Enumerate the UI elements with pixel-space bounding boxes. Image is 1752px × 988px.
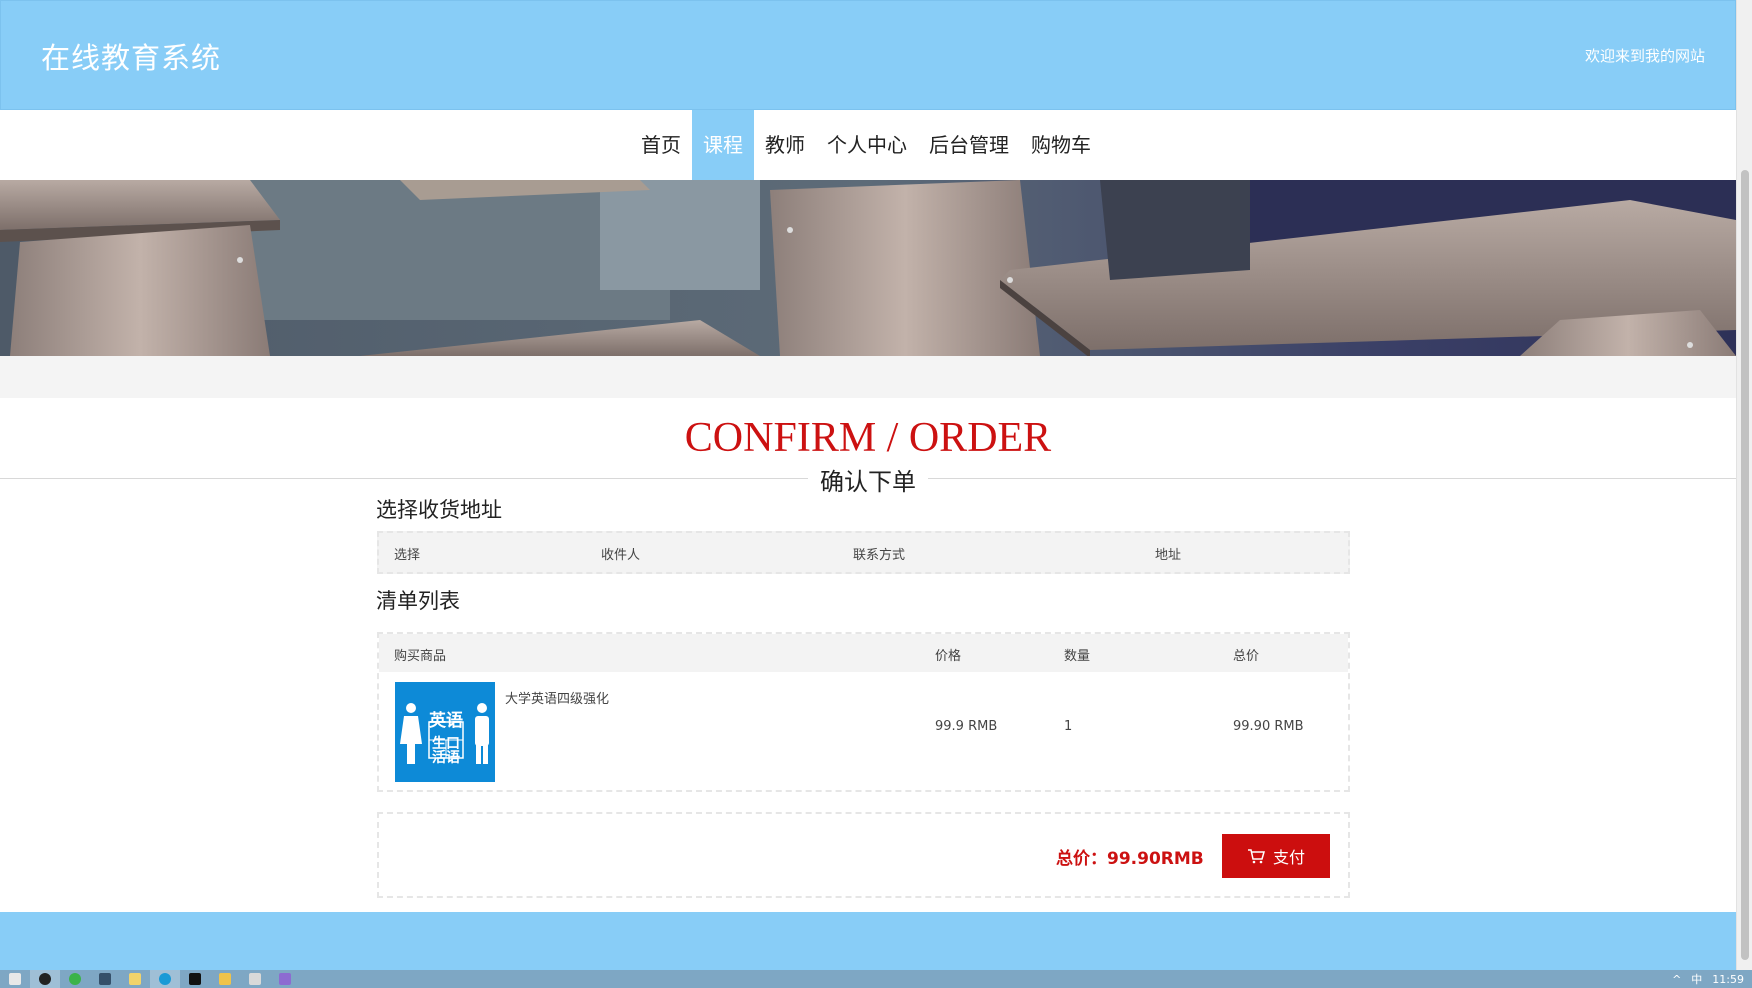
tool-icon[interactable] bbox=[270, 970, 300, 988]
edge-browser-icon[interactable] bbox=[150, 970, 180, 988]
cart-icon bbox=[1247, 849, 1265, 864]
ime-indicator[interactable]: 中 bbox=[1691, 971, 1702, 987]
col-price: 价格 bbox=[935, 649, 962, 664]
address-col-contact: 联系方式 bbox=[853, 548, 906, 563]
site-header: 在线教育系统 欢迎来到我的网站 bbox=[0, 0, 1736, 110]
address-section-title: 选择收货地址 bbox=[376, 498, 502, 522]
editor-icon[interactable] bbox=[240, 970, 270, 988]
notes-icon[interactable] bbox=[120, 970, 150, 988]
course-thumbnail[interactable]: 英语 生口 活语 bbox=[395, 682, 495, 782]
start-icon[interactable] bbox=[0, 970, 30, 988]
order-list-table: 购买商品 价格 数量 总价 英语 生口 活语 大学英语四级强化 99.9 RMB… bbox=[377, 632, 1350, 792]
page-scrollbar[interactable] bbox=[1736, 0, 1752, 970]
windows-taskbar: ^ 中 11:59 bbox=[0, 970, 1752, 988]
col-quantity: 数量 bbox=[1064, 649, 1091, 664]
product-price: 99.9 RMB bbox=[935, 719, 998, 734]
address-col-select: 选择 bbox=[394, 548, 421, 563]
nav-personal-center[interactable]: 个人中心 bbox=[816, 110, 918, 180]
table-row: 英语 生口 活语 大学英语四级强化 99.9 RMB 1 99.90 RMB bbox=[379, 672, 1348, 790]
page-subtitle: 确认下单 bbox=[808, 462, 928, 497]
clock[interactable]: 11:59 bbox=[1712, 973, 1744, 986]
welcome-text: 欢迎来到我的网站 bbox=[1584, 47, 1705, 65]
pycharm-icon[interactable] bbox=[180, 970, 210, 988]
wechat-icon[interactable] bbox=[60, 970, 90, 988]
order-list-header: 购买商品 价格 数量 总价 bbox=[379, 634, 1348, 672]
main-nav: 首页 课程 教师 个人中心 后台管理 购物车 bbox=[0, 110, 1736, 180]
app-icon[interactable] bbox=[90, 970, 120, 988]
grand-total: 总价：99.90RMB bbox=[1056, 849, 1204, 869]
product-name[interactable]: 大学英语四级强化 bbox=[505, 688, 609, 707]
folder-icon[interactable] bbox=[210, 970, 240, 988]
address-col-address: 地址 bbox=[1155, 548, 1182, 563]
chevron-up-icon[interactable]: ^ bbox=[1672, 973, 1681, 986]
page-title: CONFIRM / ORDER bbox=[684, 415, 1052, 461]
product-total: 99.90 RMB bbox=[1233, 719, 1304, 734]
qq-icon[interactable] bbox=[30, 970, 60, 988]
pay-button-label: 支付 bbox=[1272, 848, 1305, 867]
col-product: 购买商品 bbox=[394, 649, 447, 664]
spacer-strip bbox=[0, 356, 1736, 398]
system-tray: ^ 中 11:59 bbox=[1672, 970, 1744, 988]
nav-home[interactable]: 首页 bbox=[630, 110, 692, 180]
thumb-text-1: 英语 bbox=[429, 710, 463, 731]
pay-button[interactable]: 支付 bbox=[1222, 834, 1330, 878]
address-col-recipient: 收件人 bbox=[601, 548, 641, 563]
scrollbar-thumb[interactable] bbox=[1741, 170, 1749, 960]
payment-box: 总价：99.90RMB 支付 bbox=[377, 812, 1350, 898]
col-total: 总价 bbox=[1233, 649, 1260, 664]
nav-cart[interactable]: 购物车 bbox=[1020, 110, 1102, 180]
nav-admin[interactable]: 后台管理 bbox=[918, 110, 1020, 180]
address-table: 选择 收件人 联系方式 地址 bbox=[377, 531, 1350, 574]
thumb-text-3: 活语 bbox=[432, 749, 460, 766]
browser-viewport: 在线教育系统 欢迎来到我的网站 首页 课程 教师 个人中心 后台管理 购物车 C… bbox=[0, 0, 1736, 970]
nav-courses[interactable]: 课程 bbox=[692, 110, 754, 180]
site-title[interactable]: 在线教育系统 bbox=[41, 35, 221, 77]
site-footer bbox=[0, 912, 1736, 970]
classroom-banner-image bbox=[0, 180, 1736, 356]
nav-teachers[interactable]: 教师 bbox=[754, 110, 816, 180]
product-quantity: 1 bbox=[1064, 719, 1073, 734]
order-list-section-title: 清单列表 bbox=[376, 589, 460, 613]
